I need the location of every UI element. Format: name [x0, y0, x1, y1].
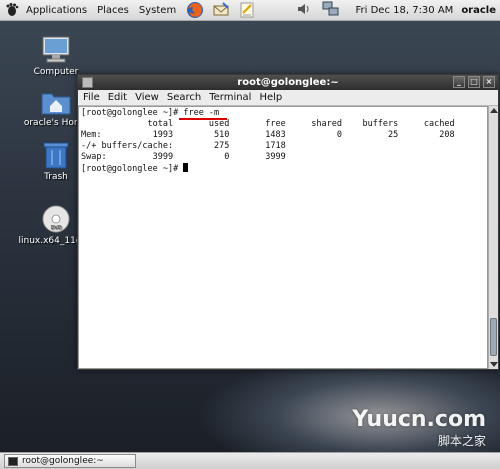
taskbar-item-label: root@golonglee:~	[22, 456, 104, 466]
trash-icon	[43, 142, 69, 169]
mail-launcher-icon[interactable]	[212, 1, 230, 19]
menu-search[interactable]: Search	[167, 92, 201, 103]
maximize-button[interactable]: □	[468, 76, 480, 88]
menu-help[interactable]: Help	[259, 92, 282, 103]
gnome-foot-icon[interactable]	[4, 2, 20, 18]
watermark-text: Yuucn.com	[352, 407, 486, 432]
terminal-menubar: File Edit View Search Terminal Help	[78, 90, 498, 106]
terminal-scrollbar[interactable]	[488, 106, 498, 369]
home-folder-icon	[41, 93, 71, 115]
terminal-line: [root@golonglee ~]# free -m	[81, 108, 220, 118]
terminal-line: total used free shared buffers cached	[81, 119, 455, 129]
dvd-disc-icon: DVD	[42, 205, 70, 233]
bottom-panel: root@golonglee:~	[0, 452, 500, 469]
notes-launcher-icon[interactable]	[238, 1, 256, 19]
svg-text:DVD: DVD	[50, 225, 61, 231]
menu-places[interactable]: Places	[97, 5, 129, 16]
desktop-icon-label: Computer	[33, 67, 79, 77]
terminal-line: Mem: 1993 510 1483 0 25 208	[81, 130, 455, 140]
command-highlight-underline	[179, 118, 227, 120]
scroll-down-arrow-icon[interactable]	[490, 362, 498, 367]
menu-terminal[interactable]: Terminal	[209, 92, 251, 103]
text-cursor	[183, 163, 189, 172]
taskbar-item-terminal[interactable]: root@golonglee:~	[4, 454, 136, 468]
clock[interactable]: Fri Dec 18, 7:30 AM	[356, 5, 454, 16]
terminal-line: Swap: 3999 0 3999	[81, 152, 286, 162]
scrollbar-thumb[interactable]	[490, 318, 497, 356]
terminal-window[interactable]: root@golonglee:~ _ □ × File Edit View Se…	[77, 74, 499, 370]
menu-system[interactable]: System	[139, 5, 176, 16]
top-panel: Applications Places System Fri Dec 18, 7…	[0, 0, 500, 21]
close-button[interactable]: ×	[483, 76, 495, 88]
menu-applications[interactable]: Applications	[26, 5, 87, 16]
watermark-subtext: 脚本之家	[437, 434, 486, 448]
minimize-button[interactable]: _	[453, 76, 465, 88]
terminal-icon	[8, 456, 18, 466]
user-menu[interactable]: oracle	[461, 5, 496, 16]
network-icon[interactable]	[322, 1, 340, 20]
desktop-icon-label: Trash	[44, 172, 68, 182]
volume-icon[interactable]	[296, 1, 312, 20]
terminal-line: -/+ buffers/cache: 275 1718	[81, 141, 286, 151]
terminal-output[interactable]: [root@golonglee ~]# free -m total used f…	[78, 106, 488, 369]
scroll-up-arrow-icon[interactable]	[490, 108, 498, 113]
window-menu-icon[interactable]	[82, 77, 93, 88]
terminal-prompt: [root@golonglee ~]#	[81, 164, 184, 174]
computer-icon	[42, 36, 70, 63]
window-titlebar[interactable]: root@golonglee:~ _ □ ×	[78, 75, 498, 90]
watermark: Yuucn.com 脚本之家	[352, 407, 486, 449]
desktop-icon-computer[interactable]: Computer	[18, 35, 94, 77]
menu-view[interactable]: View	[135, 92, 159, 103]
firefox-launcher-icon[interactable]	[186, 1, 204, 19]
menu-edit[interactable]: Edit	[108, 92, 127, 103]
menu-file[interactable]: File	[83, 92, 100, 103]
window-title: root@golonglee:~	[237, 77, 339, 88]
